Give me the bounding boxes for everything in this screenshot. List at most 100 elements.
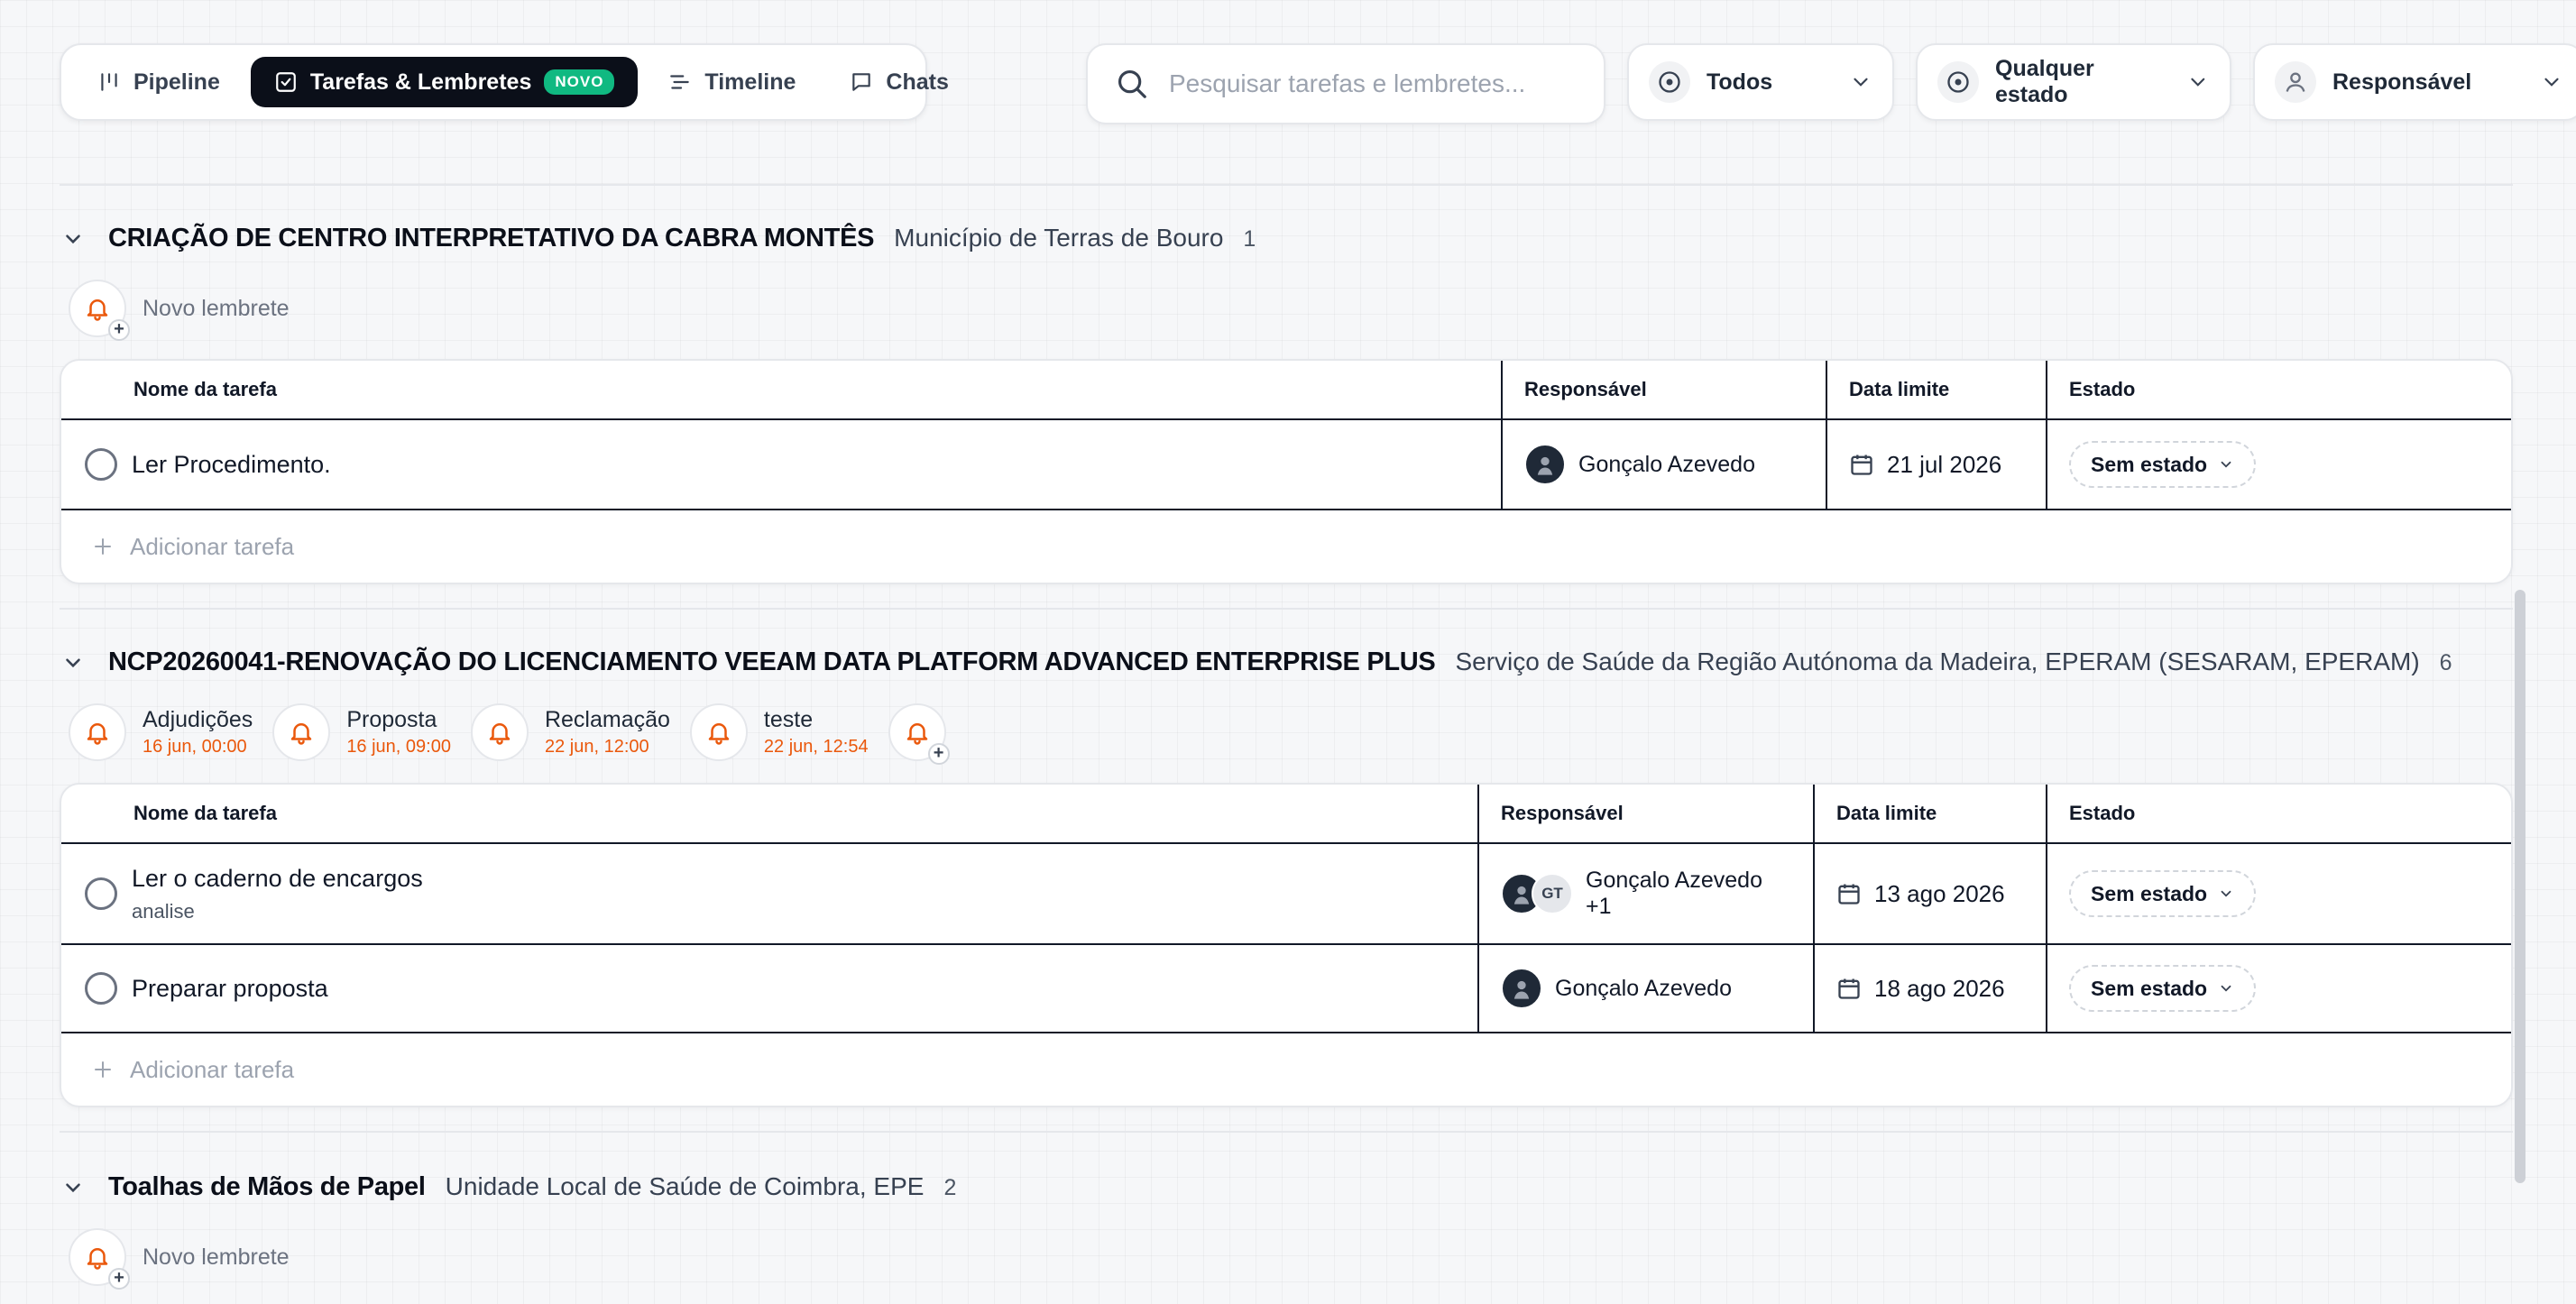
state-value: Sem estado (2091, 881, 2208, 905)
tasks-table: Nome da tarefa Responsável Data limite E… (60, 359, 2513, 584)
reminders-bar: + Novo lembrete (69, 1228, 290, 1290)
tab-label: Pipeline (133, 69, 220, 95)
task-description: analise (132, 899, 195, 923)
add-task-label: Adicionar tarefa (130, 1055, 295, 1083)
type-filter-dropdown[interactable]: Todos (1627, 43, 1894, 121)
reminder-item[interactable]: Proposta 16 jun, 09:00 (272, 703, 451, 761)
task-checkbox[interactable] (85, 877, 117, 910)
reminder-item[interactable]: Reclamação 22 jun, 12:00 (470, 703, 670, 761)
column-header-state[interactable]: Estado (2047, 361, 2511, 418)
calendar-icon (1838, 884, 1860, 905)
tab-timeline[interactable]: Timeline (645, 57, 819, 107)
task-owner-name: Gonçalo Azevedo +1 (1586, 868, 1762, 919)
tab-chats[interactable]: Chats (826, 57, 971, 107)
column-header-name[interactable]: Nome da tarefa (61, 361, 1503, 418)
calendar-icon (1851, 455, 1872, 475)
search-box[interactable] (1086, 43, 1605, 124)
owner-filter-dropdown[interactable]: Responsável (2253, 43, 2576, 121)
plus-icon: + (108, 1268, 130, 1290)
task-owner-cell[interactable]: GT Gonçalo Azevedo +1 (1479, 844, 1815, 943)
owner-filter-value: Responsável (2332, 69, 2472, 95)
table-row[interactable]: Ler Procedimento. Gonçalo Azevedo 21 jul… (61, 420, 2511, 510)
bell-button[interactable] (69, 703, 126, 761)
reminder-item[interactable]: teste 22 jun, 12:54 (689, 703, 869, 761)
type-filter-value: Todos (1707, 69, 1773, 95)
task-checkbox[interactable] (85, 448, 117, 481)
bell-icon (906, 723, 927, 745)
group-header[interactable]: Toalhas de Mãos de Papel Unidade Local d… (61, 1172, 956, 1202)
new-reminder-button[interactable]: + (888, 703, 950, 765)
chevron-down-icon (2221, 890, 2231, 897)
chat-icon (852, 73, 871, 91)
state-filter-dropdown[interactable]: Qualquer estado (1916, 43, 2231, 121)
section-divider (60, 1131, 2513, 1133)
column-header-due[interactable]: Data limite (1827, 361, 2047, 418)
scrollbar[interactable] (2515, 590, 2525, 1183)
task-name-cell: Ler o caderno de encargos analise (61, 844, 1479, 943)
reminder-date: 22 jun, 12:00 (544, 737, 649, 757)
task-name[interactable]: Ler Procedimento. (132, 451, 331, 479)
table-header-row: Nome da tarefa Responsável Data limite E… (61, 785, 2511, 844)
section-divider (60, 184, 2513, 186)
reminder-item[interactable]: Adjudições 16 jun, 00:00 (69, 703, 253, 761)
task-owner-cell[interactable]: Gonçalo Azevedo (1479, 945, 1815, 1032)
tab-tarefas-lembretes[interactable]: Tarefas & Lembretes NOVO (250, 57, 639, 107)
table-header-row: Nome da tarefa Responsável Data limite E… (61, 361, 2511, 420)
person-silhouette-icon (1537, 456, 1553, 475)
column-header-owner[interactable]: Responsável (1503, 361, 1827, 418)
tab-pipeline[interactable]: Pipeline (74, 57, 244, 107)
plus-icon: + (927, 743, 950, 765)
chevron-down-icon (2191, 78, 2205, 87)
new-reminder-button[interactable]: + Novo lembrete (69, 280, 290, 341)
column-header-name[interactable]: Nome da tarefa (61, 785, 1479, 842)
bell-button[interactable]: + (69, 1228, 130, 1290)
person-silhouette-icon (1513, 886, 1530, 905)
bell-button[interactable] (470, 703, 529, 761)
task-state-cell: Sem estado (2047, 945, 2511, 1032)
reminder-name: Adjudições (143, 707, 253, 732)
table-row[interactable]: Ler o caderno de encargos analise GT Gon… (61, 844, 2511, 945)
task-due-cell[interactable]: 18 ago 2026 (1815, 945, 2047, 1032)
group-header[interactable]: NCP20260041-RENOVAÇÃO DO LICENCIAMENTO V… (61, 647, 2452, 677)
state-dropdown[interactable]: Sem estado (2069, 441, 2257, 488)
reminders-bar: Adjudições 16 jun, 00:00 Proposta 16 jun… (69, 703, 950, 765)
bell-button[interactable] (272, 703, 331, 761)
bell-icon (291, 723, 312, 745)
checkbox-icon (276, 72, 296, 92)
chevron-down-icon (2221, 985, 2231, 992)
task-due-cell[interactable]: 13 ago 2026 (1815, 844, 2047, 943)
state-value: Sem estado (2091, 452, 2208, 476)
add-task-button[interactable]: Adicionar tarefa (61, 510, 2511, 583)
column-header-due[interactable]: Data limite (1815, 785, 2047, 842)
task-state-cell: Sem estado (2047, 844, 2511, 943)
reminder-date: 16 jun, 00:00 (143, 737, 247, 757)
chevron-down-icon[interactable] (61, 651, 85, 675)
task-owner-cell[interactable]: Gonçalo Azevedo (1503, 420, 1827, 509)
state-dropdown[interactable]: Sem estado (2069, 965, 2257, 1012)
task-name[interactable]: Ler o caderno de encargos (132, 865, 423, 893)
pipeline-icon (101, 73, 117, 91)
bell-icon (708, 723, 730, 745)
add-task-button[interactable]: Adicionar tarefa (61, 1033, 2511, 1106)
timeline-icon (670, 75, 690, 89)
bell-button[interactable]: + (69, 280, 130, 341)
bell-button[interactable] (689, 703, 748, 761)
reminders-bar: + Novo lembrete (69, 280, 290, 341)
chevron-down-icon[interactable] (61, 227, 85, 251)
task-due-cell[interactable]: 21 jul 2026 (1827, 420, 2047, 509)
group-header[interactable]: CRIAÇÃO DE CENTRO INTERPRETATIVO DA CABR… (61, 224, 1256, 253)
chevron-down-icon[interactable] (61, 1176, 85, 1199)
table-row[interactable]: Preparar proposta Gonçalo Azevedo 18 ago… (61, 945, 2511, 1033)
column-header-owner[interactable]: Responsável (1479, 785, 1815, 842)
search-input[interactable] (1169, 69, 1577, 98)
group-title: Toalhas de Mãos de Papel (108, 1172, 426, 1201)
add-task-label: Adicionar tarefa (130, 532, 295, 560)
group-count: 1 (1243, 226, 1256, 252)
tasks-table: Nome da tarefa Responsável Data limite E… (60, 783, 2513, 1107)
task-name[interactable]: Preparar proposta (132, 975, 328, 1003)
state-dropdown[interactable]: Sem estado (2069, 870, 2257, 917)
task-checkbox[interactable] (85, 972, 117, 1005)
new-reminder-button[interactable]: + Novo lembrete (69, 1228, 290, 1290)
chevron-down-icon (2544, 78, 2559, 87)
column-header-state[interactable]: Estado (2047, 785, 2511, 842)
